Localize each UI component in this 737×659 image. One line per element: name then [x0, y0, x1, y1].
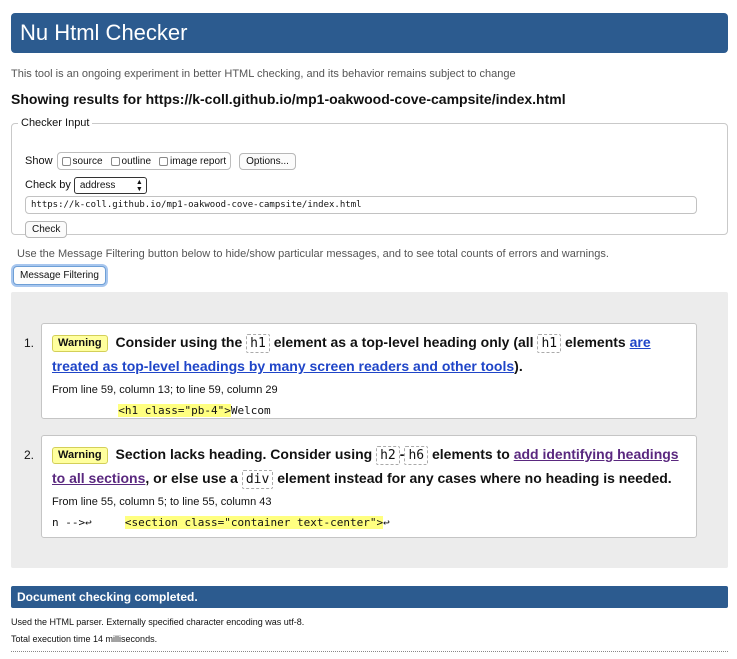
page-title: Nu Html Checker: [20, 20, 188, 45]
show-label: Show: [25, 155, 53, 167]
results-panel: 1. Warning Consider using the h1 element…: [11, 292, 728, 568]
show-options-group: source outline image report: [56, 152, 232, 170]
options-button[interactable]: Options...: [239, 152, 296, 170]
check-button[interactable]: Check: [25, 221, 68, 238]
completed-banner: Document checking completed.: [11, 586, 728, 608]
execution-time: Total execution time 14 milliseconds.: [11, 634, 158, 644]
checker-input-panel: Checker Input Show source outline image …: [11, 117, 728, 238]
check-by-label: Check by: [25, 179, 71, 191]
check-by-row: Check by address ▲ ▼: [25, 176, 147, 194]
warning-badge: Warning: [52, 335, 108, 352]
code-extract: n -->↩ <section class="container text-ce…: [52, 516, 390, 529]
parser-info: Used the HTML parser. Externally specifi…: [11, 617, 305, 627]
highlighted-code: <section class="container text-center">: [124, 516, 384, 529]
code-term: h2: [376, 446, 400, 465]
select-arrows-icon: ▲ ▼: [135, 178, 143, 193]
source-checkbox[interactable]: source: [61, 156, 103, 167]
filter-hint-text: Use the Message Filtering button below t…: [17, 248, 609, 260]
message-text: Warning Consider using the h1 element as…: [52, 334, 651, 374]
checkbox-box[interactable]: [110, 156, 120, 166]
warning-message: Warning Consider using the h1 element as…: [41, 323, 697, 419]
outline-checkbox[interactable]: outline: [110, 156, 151, 167]
code-term: div: [241, 470, 274, 489]
code-term: h6: [404, 446, 429, 465]
checkbox-box[interactable]: [159, 156, 169, 166]
app-header: Nu Html Checker: [11, 13, 728, 53]
image-report-checkbox[interactable]: image report: [159, 156, 226, 167]
highlighted-code: <h1 class="pb-4">: [118, 404, 231, 417]
warning-badge: Warning: [52, 447, 108, 464]
message-number: 1.: [24, 336, 35, 350]
code-extract: <h1 class="pb-4">Welcom: [118, 404, 271, 417]
message-filtering-button[interactable]: Message Filtering: [13, 266, 106, 285]
message-text: Warning Section lacks heading. Consider …: [52, 446, 679, 489]
message-location: From line 55, column 5; to line 55, colu…: [52, 496, 272, 508]
checkbox-box[interactable]: [61, 156, 71, 166]
code-term: h1: [537, 334, 562, 353]
checker-input-legend: Checker Input: [21, 117, 90, 129]
code-term: h1: [246, 334, 270, 353]
check-by-select[interactable]: address ▲ ▼: [73, 176, 147, 194]
warning-message: Warning Section lacks heading. Consider …: [41, 435, 697, 538]
intro-text: This tool is an ongoing experiment in be…: [11, 68, 516, 80]
show-row: Show source outline image report Options…: [25, 151, 296, 171]
url-input[interactable]: https://k-coll.github.io/mp1-oakwood-cov…: [25, 196, 697, 214]
footer-divider: [11, 651, 728, 652]
message-location: From line 59, column 13; to line 59, col…: [52, 384, 278, 396]
results-for-heading: Showing results for https://k-coll.githu…: [11, 91, 566, 107]
message-number: 2.: [24, 448, 35, 462]
